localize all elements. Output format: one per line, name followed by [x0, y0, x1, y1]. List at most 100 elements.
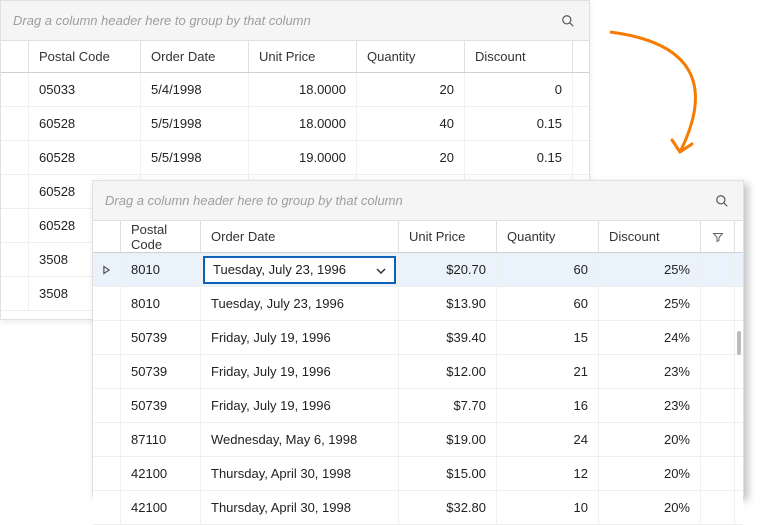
- cell-postal-code[interactable]: 05033: [29, 73, 141, 106]
- cell-unit-price[interactable]: $39.40: [399, 321, 497, 354]
- column-header-row: Postal Code Order Date Unit Price Quanti…: [93, 221, 743, 253]
- table-row[interactable]: 605285/5/199818.0000400.15: [1, 107, 589, 141]
- cell-discount[interactable]: 25%: [599, 253, 701, 286]
- cell-postal-code[interactable]: 87110: [121, 423, 201, 456]
- cell-quantity[interactable]: 20: [357, 141, 465, 174]
- cell-unit-price[interactable]: 18.0000: [249, 107, 357, 140]
- cell-discount[interactable]: 25%: [599, 287, 701, 320]
- data-grid-after[interactable]: Drag a column header here to group by th…: [92, 180, 744, 496]
- cell-postal-code[interactable]: 42100: [121, 491, 201, 524]
- row-trailing-cell: [701, 253, 735, 286]
- scrollbar-thumb[interactable]: [737, 331, 741, 355]
- cell-unit-price[interactable]: 19.0000: [249, 141, 357, 174]
- cell-postal-code[interactable]: 50739: [121, 355, 201, 388]
- cell-discount[interactable]: 20%: [599, 423, 701, 456]
- cell-unit-price[interactable]: 18.0000: [249, 73, 357, 106]
- cell-postal-code[interactable]: 8010: [121, 287, 201, 320]
- table-row[interactable]: 8010Tuesday, July 23, 1996$13.906025%: [93, 287, 743, 321]
- table-row[interactable]: 50739Friday, July 19, 1996$39.401524%: [93, 321, 743, 355]
- cell-postal-code[interactable]: 8010: [121, 253, 201, 286]
- filter-icon[interactable]: [701, 221, 735, 252]
- group-panel[interactable]: Drag a column header here to group by th…: [1, 1, 589, 41]
- table-row[interactable]: 8010 Tuesday, July 23, 1996 $20.706025%: [93, 253, 743, 287]
- row-indicator: [93, 491, 121, 524]
- cell-order-date[interactable]: Friday, July 19, 1996: [201, 321, 399, 354]
- column-header-order-date[interactable]: Order Date: [141, 41, 249, 72]
- cell-discount[interactable]: 20%: [599, 491, 701, 524]
- cell-quantity[interactable]: 24: [497, 423, 599, 456]
- table-row[interactable]: 42100Thursday, April 30, 1998$32.801020%: [93, 491, 743, 525]
- cell-order-date[interactable]: Thursday, April 30, 1998: [201, 491, 399, 524]
- cell-discount[interactable]: 0.15: [465, 107, 573, 140]
- date-editor[interactable]: Tuesday, July 23, 1996: [203, 256, 396, 284]
- cell-order-date[interactable]: Friday, July 19, 1996: [201, 389, 399, 422]
- column-header-discount[interactable]: Discount: [465, 41, 573, 72]
- column-header-unit-price[interactable]: Unit Price: [399, 221, 497, 252]
- cell-unit-price[interactable]: $20.70: [399, 253, 497, 286]
- group-placeholder: Drag a column header here to group by th…: [105, 193, 403, 208]
- cell-quantity[interactable]: 60: [497, 287, 599, 320]
- table-row[interactable]: 605285/5/199819.0000200.15: [1, 141, 589, 175]
- cell-quantity[interactable]: 16: [497, 389, 599, 422]
- cell-order-date[interactable]: Tuesday, July 23, 1996: [201, 287, 399, 320]
- cell-unit-price[interactable]: $13.90: [399, 287, 497, 320]
- column-header-row: Postal Code Order Date Unit Price Quanti…: [1, 41, 589, 73]
- column-header-unit-price[interactable]: Unit Price: [249, 41, 357, 72]
- cell-order-date[interactable]: 5/5/1998: [141, 141, 249, 174]
- row-trailing-cell: [701, 389, 735, 422]
- table-row[interactable]: 50739Friday, July 19, 1996$12.002123%: [93, 355, 743, 389]
- cell-quantity[interactable]: 20: [357, 73, 465, 106]
- column-header-quantity[interactable]: Quantity: [357, 41, 465, 72]
- cell-unit-price[interactable]: $7.70: [399, 389, 497, 422]
- cell-postal-code[interactable]: 60528: [29, 141, 141, 174]
- cell-discount[interactable]: 0.15: [465, 141, 573, 174]
- cell-quantity[interactable]: 21: [497, 355, 599, 388]
- cell-unit-price[interactable]: $32.80: [399, 491, 497, 524]
- column-header-postal-code[interactable]: Postal Code: [121, 221, 201, 252]
- cell-discount[interactable]: 0: [465, 73, 573, 106]
- row-indicator: [93, 423, 121, 456]
- search-icon[interactable]: [559, 12, 577, 30]
- table-row[interactable]: 050335/4/199818.0000200: [1, 73, 589, 107]
- cell-unit-price[interactable]: $12.00: [399, 355, 497, 388]
- cell-discount[interactable]: 20%: [599, 457, 701, 490]
- row-indicator: [93, 355, 121, 388]
- cell-postal-code[interactable]: 50739: [121, 321, 201, 354]
- cell-quantity[interactable]: 60: [497, 253, 599, 286]
- cell-discount[interactable]: 23%: [599, 355, 701, 388]
- cell-order-date[interactable]: Friday, July 19, 1996: [201, 355, 399, 388]
- cell-quantity[interactable]: 15: [497, 321, 599, 354]
- chevron-down-icon[interactable]: [376, 262, 386, 277]
- group-panel[interactable]: Drag a column header here to group by th…: [93, 181, 743, 221]
- column-header-quantity[interactable]: Quantity: [497, 221, 599, 252]
- date-editor-value: Tuesday, July 23, 1996: [213, 262, 346, 277]
- column-header-postal-code[interactable]: Postal Code: [29, 41, 141, 72]
- cell-quantity[interactable]: 10: [497, 491, 599, 524]
- row-trailing-cell: [701, 423, 735, 456]
- cell-order-date[interactable]: Thursday, April 30, 1998: [201, 457, 399, 490]
- row-trailing-cell: [701, 287, 735, 320]
- column-header-order-date[interactable]: Order Date: [201, 221, 399, 252]
- cell-unit-price[interactable]: $15.00: [399, 457, 497, 490]
- cell-unit-price[interactable]: $19.00: [399, 423, 497, 456]
- cell-quantity[interactable]: 40: [357, 107, 465, 140]
- column-header-discount[interactable]: Discount: [599, 221, 701, 252]
- cell-order-date[interactable]: Tuesday, July 23, 1996: [201, 253, 399, 286]
- table-row[interactable]: 87110Wednesday, May 6, 1998$19.002420%: [93, 423, 743, 457]
- search-icon[interactable]: [713, 192, 731, 210]
- cell-order-date[interactable]: Wednesday, May 6, 1998: [201, 423, 399, 456]
- row-trailing-cell: [701, 457, 735, 490]
- cell-postal-code[interactable]: 42100: [121, 457, 201, 490]
- table-row[interactable]: 42100Thursday, April 30, 1998$15.001220%: [93, 457, 743, 491]
- cell-order-date[interactable]: 5/5/1998: [141, 107, 249, 140]
- row-indicator: [1, 175, 29, 208]
- cell-postal-code[interactable]: 50739: [121, 389, 201, 422]
- table-row[interactable]: 50739Friday, July 19, 1996$7.701623%: [93, 389, 743, 423]
- cell-order-date[interactable]: 5/4/1998: [141, 73, 249, 106]
- cell-discount[interactable]: 24%: [599, 321, 701, 354]
- group-placeholder: Drag a column header here to group by th…: [13, 13, 311, 28]
- cell-postal-code[interactable]: 60528: [29, 107, 141, 140]
- cell-quantity[interactable]: 12: [497, 457, 599, 490]
- cell-discount[interactable]: 23%: [599, 389, 701, 422]
- grid-body[interactable]: 8010Tuesday, July 23, 1996$20.706025%801…: [93, 253, 743, 525]
